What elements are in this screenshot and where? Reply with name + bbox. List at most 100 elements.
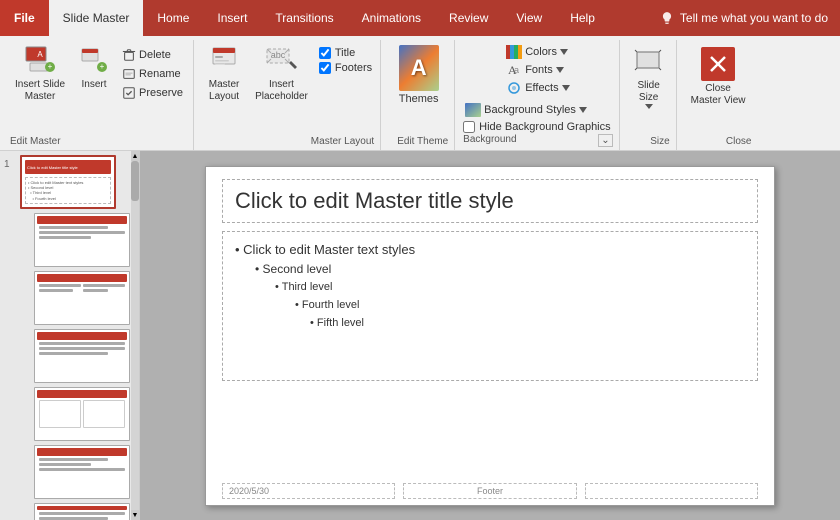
slide-body-level2: • Second level	[235, 260, 745, 279]
footer-number-box	[585, 483, 758, 499]
fonts-dropdown-icon	[556, 67, 564, 73]
lightbulb-icon	[660, 11, 674, 25]
list-item	[4, 387, 135, 441]
tab-view[interactable]: View	[502, 0, 556, 36]
delete-icon	[122, 48, 136, 62]
scroll-track: ▲ ▼	[131, 151, 139, 520]
tab-slide-master[interactable]: Slide Master	[49, 0, 144, 36]
slide-canvas[interactable]: Click to edit Master title style • Click…	[205, 166, 775, 506]
list-item	[4, 329, 135, 383]
group-background-label: Background	[463, 134, 516, 147]
fonts-button[interactable]: A a Fonts	[504, 62, 566, 78]
slide-thumbnail-7[interactable]	[34, 503, 130, 520]
slide-size-dropdown-icon	[645, 104, 653, 109]
preserve-button[interactable]: Preserve	[118, 84, 187, 102]
slide-thumbnail-3[interactable]	[34, 271, 130, 325]
preserve-icon	[122, 86, 136, 100]
slide-panel: 1 Click to edit Master title style • Cli…	[0, 151, 140, 520]
group-close-label: Close	[726, 136, 752, 147]
hide-background-checkbox[interactable]: Hide Background Graphics	[463, 120, 612, 134]
group-master-layout-label: Master Layout	[311, 136, 374, 147]
svg-text:abc: abc	[271, 50, 286, 60]
tab-transitions[interactable]: Transitions	[261, 0, 347, 36]
colors-icon	[506, 45, 522, 59]
rename-icon	[122, 67, 136, 81]
slide-thumbnail-4[interactable]	[34, 329, 130, 383]
insert-layout-button[interactable]: + Insert	[72, 42, 116, 94]
background-expand-button[interactable]: ⌄	[598, 134, 612, 147]
slide-size-icon	[634, 47, 664, 80]
slide-footer-area: 2020/5/30 Footer	[222, 483, 758, 499]
close-master-view-button[interactable]: CloseMaster View	[685, 44, 752, 110]
insert-placeholder-button[interactable]: abc InsertPlaceholder	[250, 42, 313, 106]
svg-text:A: A	[37, 50, 43, 59]
group-size: SlideSize Size	[622, 40, 677, 150]
tab-insert[interactable]: Insert	[203, 0, 261, 36]
close-master-view-icon	[701, 47, 735, 81]
group-master-layout: MasterLayout abc InsertPlaceholder	[196, 40, 381, 150]
scroll-down-button[interactable]: ▼	[131, 510, 139, 520]
slide-body-level3: • Third level	[235, 279, 745, 297]
group-edit-master-label: Edit Master	[10, 136, 61, 147]
insert-layout-icon: +	[80, 45, 108, 77]
group-edit-theme-label: Edit Theme	[397, 136, 448, 147]
slide-thumbnail-5[interactable]	[34, 387, 130, 441]
themes-button[interactable]: A Themes	[391, 42, 447, 108]
tab-review[interactable]: Review	[435, 0, 502, 36]
tab-animations[interactable]: Animations	[348, 0, 435, 36]
bg-styles-dropdown-icon	[579, 107, 587, 113]
background-styles-button[interactable]: Background Styles	[463, 102, 589, 118]
list-item	[4, 503, 135, 520]
tab-home[interactable]: Home	[143, 0, 203, 36]
list-item	[4, 271, 135, 325]
ribbon-tabs: File Slide Master Home Insert Transition…	[0, 0, 840, 36]
group-edit-master: A + Insert SlideMaster + In	[4, 40, 194, 150]
colors-button[interactable]: Colors	[504, 44, 570, 60]
svg-text:+: +	[48, 62, 53, 71]
slide-title-text: Click to edit Master title style	[235, 188, 745, 214]
group-background: Colors A a Fonts Effects	[457, 40, 619, 150]
title-checkbox[interactable]: Title	[317, 46, 374, 60]
scroll-thumb[interactable]	[131, 161, 139, 201]
slide-view: Click to edit Master title style • Click…	[140, 151, 840, 520]
master-layout-button[interactable]: MasterLayout	[202, 42, 246, 106]
slide-body-area[interactable]: • Click to edit Master text styles • Sec…	[222, 231, 758, 381]
slide-number: 1	[4, 155, 16, 170]
slide-title-area[interactable]: Click to edit Master title style	[222, 179, 758, 223]
colors-dropdown-icon	[560, 49, 568, 55]
footers-checkbox[interactable]: Footers	[317, 61, 374, 75]
list-item	[4, 445, 135, 499]
main-area: 1 Click to edit Master title style • Cli…	[0, 151, 840, 520]
svg-text:+: +	[100, 62, 105, 71]
master-layout-icon	[210, 45, 238, 77]
rename-button[interactable]: Rename	[118, 65, 187, 83]
effects-button[interactable]: Effects	[504, 80, 571, 96]
background-styles-icon	[465, 103, 481, 117]
slide-thumbnail-6[interactable]	[34, 445, 130, 499]
search-label[interactable]: Tell me what you want to do	[680, 11, 828, 25]
ribbon-search-area: Tell me what you want to do	[648, 0, 840, 36]
slide-body-level4: • Fourth level	[235, 297, 745, 315]
svg-text:a: a	[514, 65, 519, 75]
delete-button[interactable]: Delete	[118, 46, 187, 64]
insert-slide-master-button[interactable]: A + Insert SlideMaster	[10, 42, 70, 106]
slide-body-level1: • Click to edit Master text styles	[235, 240, 745, 261]
slide-size-button[interactable]: SlideSize	[628, 44, 670, 112]
tab-file[interactable]: File	[0, 0, 49, 36]
slide-thumbnail-2[interactable]	[34, 213, 130, 267]
footer-center-box: Footer	[403, 483, 576, 499]
slide-body-level5: • Fifth level	[235, 315, 745, 333]
fonts-icon: A a	[506, 63, 522, 77]
ribbon-toolbar: A + Insert SlideMaster + In	[0, 36, 840, 151]
group-close: CloseMaster View Close	[679, 40, 758, 150]
effects-dropdown-icon	[562, 85, 570, 91]
insert-slide-master-icon: A +	[24, 45, 56, 77]
list-item	[4, 213, 135, 267]
insert-placeholder-icon: abc	[265, 45, 297, 77]
scroll-up-button[interactable]: ▲	[131, 151, 139, 161]
slide-thumbnail-1[interactable]: Click to edit Master title style • Click…	[20, 155, 116, 209]
slide-body-text: • Click to edit Master text styles • Sec…	[235, 240, 745, 333]
tab-help[interactable]: Help	[556, 0, 609, 36]
footer-date-box: 2020/5/30	[222, 483, 395, 499]
themes-icon: A	[399, 45, 439, 91]
